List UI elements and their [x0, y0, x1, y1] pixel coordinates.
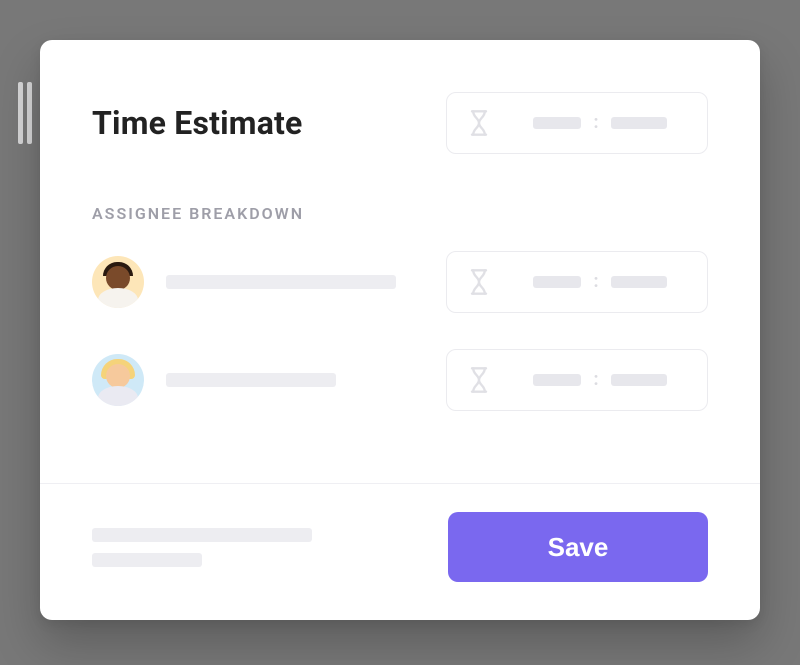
avatar: [92, 256, 144, 308]
hours-placeholder[interactable]: [533, 276, 581, 288]
card-footer: Save: [40, 483, 760, 620]
time-segments: :: [511, 114, 689, 132]
total-time-input[interactable]: :: [446, 92, 708, 154]
time-separator: :: [593, 114, 598, 132]
hourglass-icon: [465, 109, 493, 137]
hourglass-icon: [465, 366, 493, 394]
assignee-breakdown-label: ASSIGNEE BREAKDOWN: [92, 204, 708, 223]
assignee-time-input[interactable]: :: [446, 251, 708, 313]
assignee-time-input[interactable]: :: [446, 349, 708, 411]
footer-text-placeholder: [92, 528, 312, 542]
footer-info: [92, 528, 312, 567]
avatar: [92, 354, 144, 406]
page-title: Time Estimate: [92, 104, 303, 142]
assignee-info: [92, 354, 336, 406]
minutes-placeholder[interactable]: [611, 276, 667, 288]
assignee-name-placeholder: [166, 373, 336, 387]
assignee-name-placeholder: [166, 275, 396, 289]
hourglass-icon: [465, 268, 493, 296]
footer-text-placeholder: [92, 553, 202, 567]
hours-placeholder[interactable]: [533, 374, 581, 386]
assignee-row: :: [92, 251, 708, 313]
save-button[interactable]: Save: [448, 512, 708, 582]
time-estimate-card: Time Estimate : ASSIGNEE BREAKDOWN: [40, 40, 760, 620]
card-body: Time Estimate : ASSIGNEE BREAKDOWN: [40, 40, 760, 483]
header-row: Time Estimate :: [92, 92, 708, 154]
time-segments: :: [511, 273, 689, 291]
assignee-row: :: [92, 349, 708, 411]
time-segments: :: [511, 371, 689, 389]
assignee-info: [92, 256, 396, 308]
hours-placeholder[interactable]: [533, 117, 581, 129]
minutes-placeholder[interactable]: [611, 374, 667, 386]
background-sidebar-hint: [18, 82, 34, 144]
time-separator: :: [593, 273, 598, 291]
minutes-placeholder[interactable]: [611, 117, 667, 129]
time-separator: :: [593, 371, 598, 389]
